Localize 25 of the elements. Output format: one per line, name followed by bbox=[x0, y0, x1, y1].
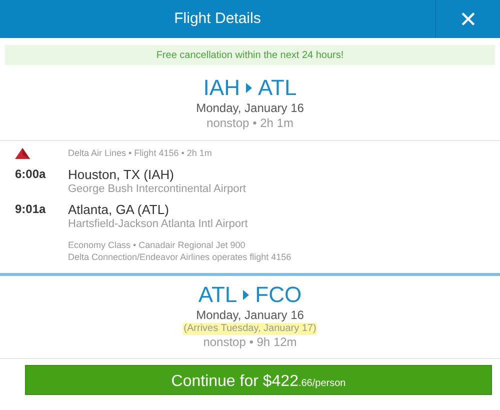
arrival-note: (Arrives Tuesday, January 17) bbox=[182, 322, 318, 334]
stop-city: Atlanta, GA (ATL) bbox=[68, 202, 170, 216]
airport-name: George Bush Intercontinental Airport bbox=[68, 182, 246, 196]
stop-time: 6:00a bbox=[14, 166, 47, 182]
flight-summary: nonstop • 2h 1m bbox=[206, 116, 294, 131]
stop-time: 9:01a bbox=[14, 202, 47, 218]
flight-info: Delta Air Lines • Flight 4156 • 2h 1m bbox=[68, 147, 212, 160]
close-button[interactable]: ✕ bbox=[435, 0, 500, 38]
arrow-right-icon bbox=[246, 83, 252, 93]
flight-note: Economy Class • Canadair Regional Jet 900 bbox=[68, 238, 246, 250]
route-destination: FCO bbox=[255, 282, 302, 308]
cancellation-notice: Free cancellation within the next 24 hours! bbox=[156, 48, 344, 62]
route-origin: IAH bbox=[203, 75, 240, 101]
flight-summary: nonstop • 9h 12m bbox=[203, 334, 297, 350]
departure-date: Monday, January 16 bbox=[196, 308, 304, 322]
departure-date: Monday, January 16 bbox=[196, 101, 304, 116]
stop-city: Houston, TX (IAH) bbox=[68, 166, 175, 182]
triangle-logo-icon bbox=[15, 148, 30, 160]
arrow-right-icon bbox=[243, 290, 250, 300]
flight-note: Delta Connection/Endeavor Airlines operates flight 4156 bbox=[68, 250, 292, 262]
window-title: Flight Details bbox=[174, 8, 261, 29]
continue-button[interactable]: Continue for $422.66/person bbox=[25, 364, 492, 394]
route-origin: ATL bbox=[198, 282, 238, 308]
airport-name: Hartsfield-Jackson Atlanta Intl Airport bbox=[68, 217, 248, 230]
route-destination: ATL bbox=[258, 75, 297, 101]
